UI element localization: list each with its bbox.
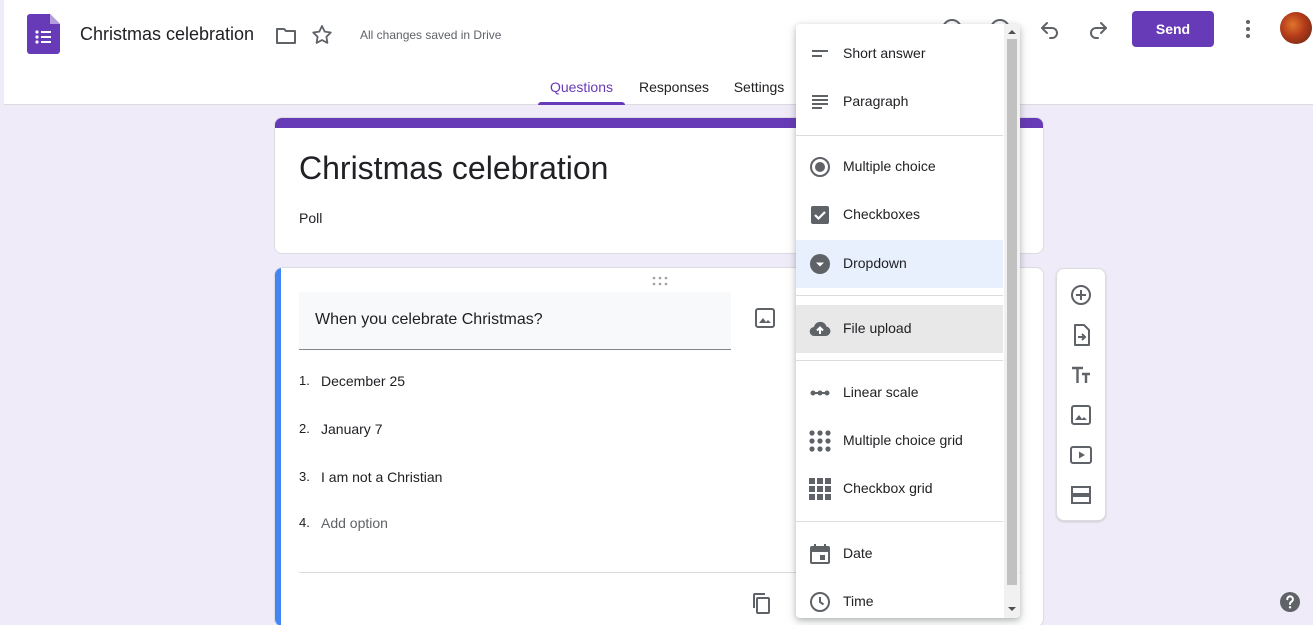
- menu-item-date[interactable]: Date: [796, 530, 1003, 578]
- menu-item-time[interactable]: Time: [796, 578, 1003, 618]
- menu-divider: [796, 135, 1003, 136]
- menu-divider: [796, 360, 1003, 361]
- menu-item-dropdown[interactable]: Dropdown: [796, 240, 1003, 288]
- save-status: All changes saved in Drive: [360, 28, 502, 42]
- more-vert-icon[interactable]: [1236, 17, 1260, 41]
- help-icon[interactable]: [1278, 590, 1302, 614]
- checkbox-grid-icon: [809, 478, 831, 500]
- menu-item-linear-scale[interactable]: Linear scale: [796, 369, 1003, 417]
- dropdown-icon: [810, 254, 830, 274]
- menu-item-label: Linear scale: [843, 384, 919, 400]
- duplicate-icon[interactable]: [749, 591, 773, 615]
- option-text[interactable]: I am not a Christian: [321, 469, 442, 485]
- menu-item-multiple-choice-grid[interactable]: Multiple choice grid: [796, 417, 1003, 465]
- menu-item-label: File upload: [843, 320, 912, 336]
- document-title[interactable]: Christmas celebration: [80, 24, 254, 45]
- menu-item-label: Multiple choice grid: [843, 432, 963, 448]
- option-number: 1.: [299, 373, 310, 388]
- send-button[interactable]: Send: [1132, 11, 1214, 47]
- import-questions-icon[interactable]: [1069, 323, 1093, 347]
- question-title-input[interactable]: When you celebrate Christmas?: [299, 292, 731, 350]
- menu-item-label: Dropdown: [843, 255, 907, 271]
- tab-settings[interactable]: Settings: [726, 70, 792, 105]
- add-image-icon[interactable]: [753, 306, 777, 330]
- tab-questions[interactable]: Questions: [538, 70, 625, 105]
- google-forms-logo-icon[interactable]: [27, 14, 60, 54]
- calendar-icon: [810, 544, 830, 564]
- paragraph-icon: [812, 95, 828, 109]
- tab-label: Settings: [733, 79, 785, 95]
- drag-handle-icon[interactable]: [652, 276, 668, 286]
- menu-item-checkbox-grid[interactable]: Checkbox grid: [796, 465, 1003, 513]
- form-title[interactable]: Christmas celebration: [299, 150, 608, 187]
- form-description[interactable]: Poll: [299, 210, 322, 226]
- dot-grid-icon: [809, 430, 831, 452]
- linear-scale-icon: [810, 390, 830, 396]
- menu-divider: [796, 295, 1003, 296]
- menu-item-label: Paragraph: [843, 93, 909, 109]
- add-title-icon[interactable]: [1069, 363, 1093, 387]
- option-text[interactable]: December 25: [321, 373, 405, 389]
- avatar[interactable]: [1280, 12, 1312, 44]
- tab-label: Questions: [549, 79, 614, 95]
- folder-icon[interactable]: [274, 24, 298, 48]
- radio-icon: [810, 157, 830, 177]
- scroll-up-icon[interactable]: [1008, 28, 1016, 36]
- add-section-icon[interactable]: [1069, 483, 1093, 507]
- menu-item-label: Multiple choice: [843, 158, 936, 174]
- tab-label: Responses: [638, 79, 710, 95]
- option-number: 4.: [299, 515, 310, 530]
- cloud-upload-icon: [809, 321, 831, 337]
- menu-item-label: Checkboxes: [843, 206, 921, 222]
- add-option-text[interactable]: Add option: [321, 515, 388, 531]
- option-number: 2.: [299, 421, 310, 436]
- add-option[interactable]: 4. Add option: [299, 515, 388, 531]
- option-number: 3.: [299, 469, 310, 484]
- menu-item-file-upload[interactable]: File upload: [796, 305, 1003, 353]
- menu-item-label: Time: [843, 593, 874, 609]
- menu-item-checkboxes[interactable]: Checkboxes: [796, 191, 1003, 239]
- app-header: Christmas celebration All changes saved …: [4, 0, 1313, 105]
- short-answer-icon: [812, 50, 828, 57]
- floating-toolbar: [1056, 268, 1106, 521]
- add-question-icon[interactable]: [1069, 283, 1093, 307]
- checkbox-icon: [811, 206, 829, 224]
- question-type-menu: Short answer Paragraph Multiple choice C…: [796, 24, 1020, 618]
- undo-icon[interactable]: [1038, 17, 1062, 41]
- list-item[interactable]: 1. December 25: [299, 373, 405, 389]
- menu-divider: [796, 521, 1003, 522]
- menu-item-label: Date: [843, 545, 873, 561]
- menu-item-short-answer[interactable]: Short answer: [796, 30, 1003, 78]
- add-video-icon[interactable]: [1069, 443, 1093, 467]
- list-item[interactable]: 3. I am not a Christian: [299, 469, 442, 485]
- menu-item-label: Short answer: [843, 45, 926, 61]
- scroll-thumb[interactable]: [1007, 39, 1017, 585]
- menu-item-multiple-choice[interactable]: Multiple choice: [796, 143, 1003, 191]
- redo-icon[interactable]: [1086, 17, 1110, 41]
- menu-item-label: Checkbox grid: [843, 480, 933, 496]
- tab-responses[interactable]: Responses: [634, 70, 714, 105]
- add-image-icon[interactable]: [1069, 403, 1093, 427]
- star-icon[interactable]: [310, 23, 334, 47]
- clock-icon: [810, 592, 830, 612]
- menu-item-paragraph[interactable]: Paragraph: [796, 78, 1003, 126]
- option-text[interactable]: January 7: [321, 421, 382, 437]
- list-item[interactable]: 2. January 7: [299, 421, 382, 437]
- scroll-down-icon[interactable]: [1008, 605, 1016, 613]
- menu-scrollbar[interactable]: [1004, 24, 1020, 618]
